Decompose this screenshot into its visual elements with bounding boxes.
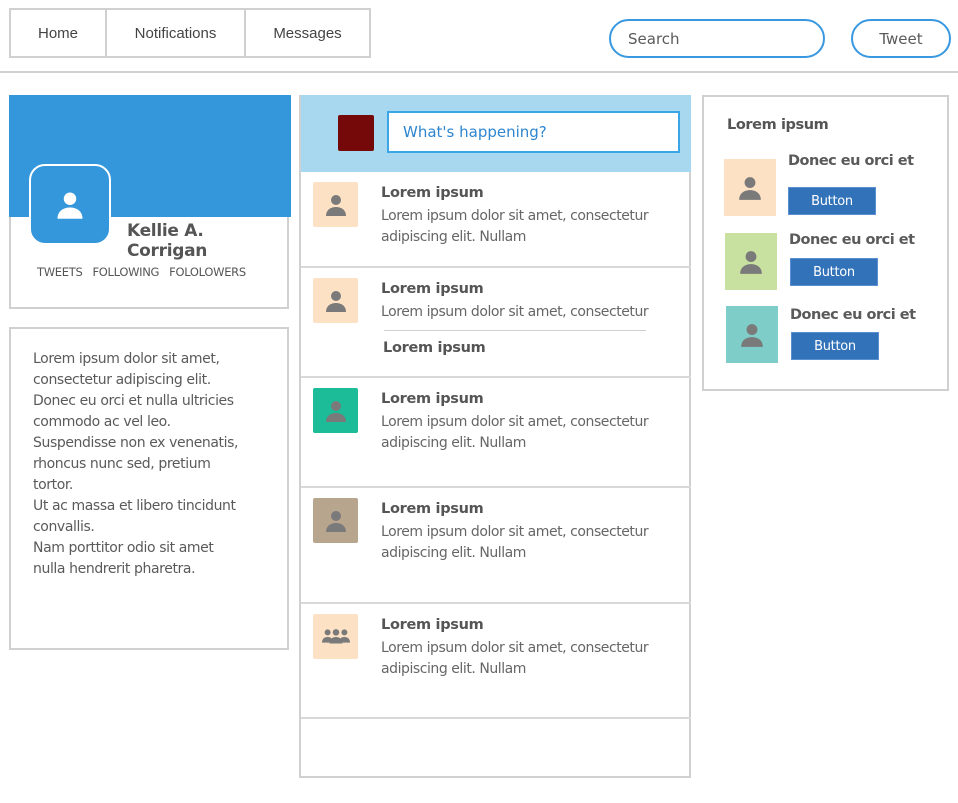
suggestion-avatar[interactable] [724, 159, 776, 216]
bio-line: Ut ac massa et libero tincidunt [33, 498, 236, 514]
user-icon [741, 323, 763, 347]
suggestions-card: Lorem ipsum Donec eu orci et Button Done… [702, 95, 949, 391]
post-avatar [313, 498, 358, 543]
tweet-button[interactable]: Tweet [851, 19, 951, 58]
profile-avatar[interactable] [29, 164, 111, 245]
compose-avatar [338, 115, 374, 151]
suggestion-name: Donec eu orci et [788, 153, 914, 169]
post-title: Lorem ipsum [381, 617, 484, 633]
suggestion-follow-button[interactable]: Button [788, 187, 876, 215]
post-avatar [313, 614, 358, 659]
post-text: Lorem ipsum dolor sit amet, consectetur … [381, 640, 649, 677]
group-icon [321, 628, 350, 644]
bio-line: Nam porttitor odio sit amet [33, 540, 214, 556]
nav-notifications[interactable]: Notifications [105, 10, 244, 56]
feed: Lorem ipsum Lorem ipsum dolor sit amet, … [299, 95, 691, 778]
post-title: Lorem ipsum [381, 391, 484, 407]
user-icon [325, 290, 346, 312]
suggestion-name: Donec eu orci et [789, 232, 915, 248]
post-title: Lorem ipsum [381, 281, 484, 297]
nav-messages[interactable]: Messages [244, 10, 369, 56]
feed-post[interactable]: Lorem ipsum Lorem ipsum dolor sit amet, … [301, 488, 691, 604]
user-icon [325, 194, 346, 216]
nav-home[interactable]: Home [11, 10, 105, 56]
post-text: Lorem ipsum dolor sit amet, consectetur … [381, 524, 649, 561]
suggestion-avatar[interactable] [725, 233, 777, 290]
suggestion-name: Donec eu orci et [790, 307, 916, 323]
feed-post[interactable]: Lorem ipsum Lorem ipsum dolor sit amet, … [301, 268, 691, 378]
feed-post[interactable]: Lorem ipsum Lorem ipsum dolor sit amet, … [301, 378, 691, 488]
feed-post[interactable]: Lorem ipsum Lorem ipsum dolor sit amet, … [301, 172, 691, 268]
suggestion-avatar[interactable] [726, 306, 778, 363]
feed-post[interactable]: Lorem ipsum Lorem ipsum dolor sit amet, … [301, 604, 691, 719]
bio-line: commodo ac vel leo. [33, 414, 171, 430]
suggestion-follow-button[interactable]: Button [791, 332, 879, 360]
bio-line: convallis. [33, 519, 95, 535]
compose-input[interactable] [387, 111, 680, 153]
bio-line: nulla hendrerit pharetra. [33, 561, 196, 577]
stat-following[interactable]: FOLLOWING [92, 265, 159, 279]
post-avatar [313, 278, 358, 323]
bio-line: Suspendisse non ex venenatis, [33, 435, 239, 451]
post-title: Lorem ipsum [381, 501, 484, 517]
post-reply-title: Lorem ipsum [383, 340, 486, 356]
post-divider [384, 330, 646, 331]
profile-name: Kellie A. Corrigan [127, 221, 208, 261]
header-divider [0, 71, 958, 73]
post-title: Lorem ipsum [381, 185, 484, 201]
post-text: Lorem ipsum dolor sit amet, consectetur [381, 304, 649, 320]
compose-box [301, 95, 691, 172]
user-icon [325, 510, 346, 532]
stat-tweets[interactable]: TWEETS [37, 265, 83, 279]
search-input[interactable] [609, 19, 825, 58]
bio-line: Lorem ipsum dolor sit amet, [33, 351, 220, 367]
profile-card: Kellie A. Corrigan TWEETS FOLLOWING FOLO… [9, 95, 291, 309]
user-icon [739, 176, 761, 200]
user-icon [740, 250, 762, 274]
profile-stats: TWEETS FOLLOWING FOLOLOWERS [37, 265, 246, 279]
user-icon [57, 192, 83, 219]
stat-followers[interactable]: FOLOLOWERS [169, 265, 246, 279]
suggestions-title: Lorem ipsum [727, 117, 829, 133]
bio-line: tortor. [33, 477, 73, 493]
suggestion-follow-button[interactable]: Button [790, 258, 878, 286]
post-avatar [313, 388, 358, 433]
post-text: Lorem ipsum dolor sit amet, consectetur … [381, 414, 649, 451]
user-icon [325, 400, 346, 422]
top-nav: Home Notifications Messages [9, 8, 371, 58]
post-avatar [313, 182, 358, 227]
bio-line: rhoncus nunc sed, pretium [33, 456, 211, 472]
bio-line: Donec eu orci et nulla ultricies [33, 393, 234, 409]
post-text: Lorem ipsum dolor sit amet, consectetur … [381, 208, 649, 245]
bio-card: Lorem ipsum dolor sit amet, consectetur … [9, 327, 289, 650]
bio-line: consectetur adipiscing elit. [33, 372, 211, 388]
